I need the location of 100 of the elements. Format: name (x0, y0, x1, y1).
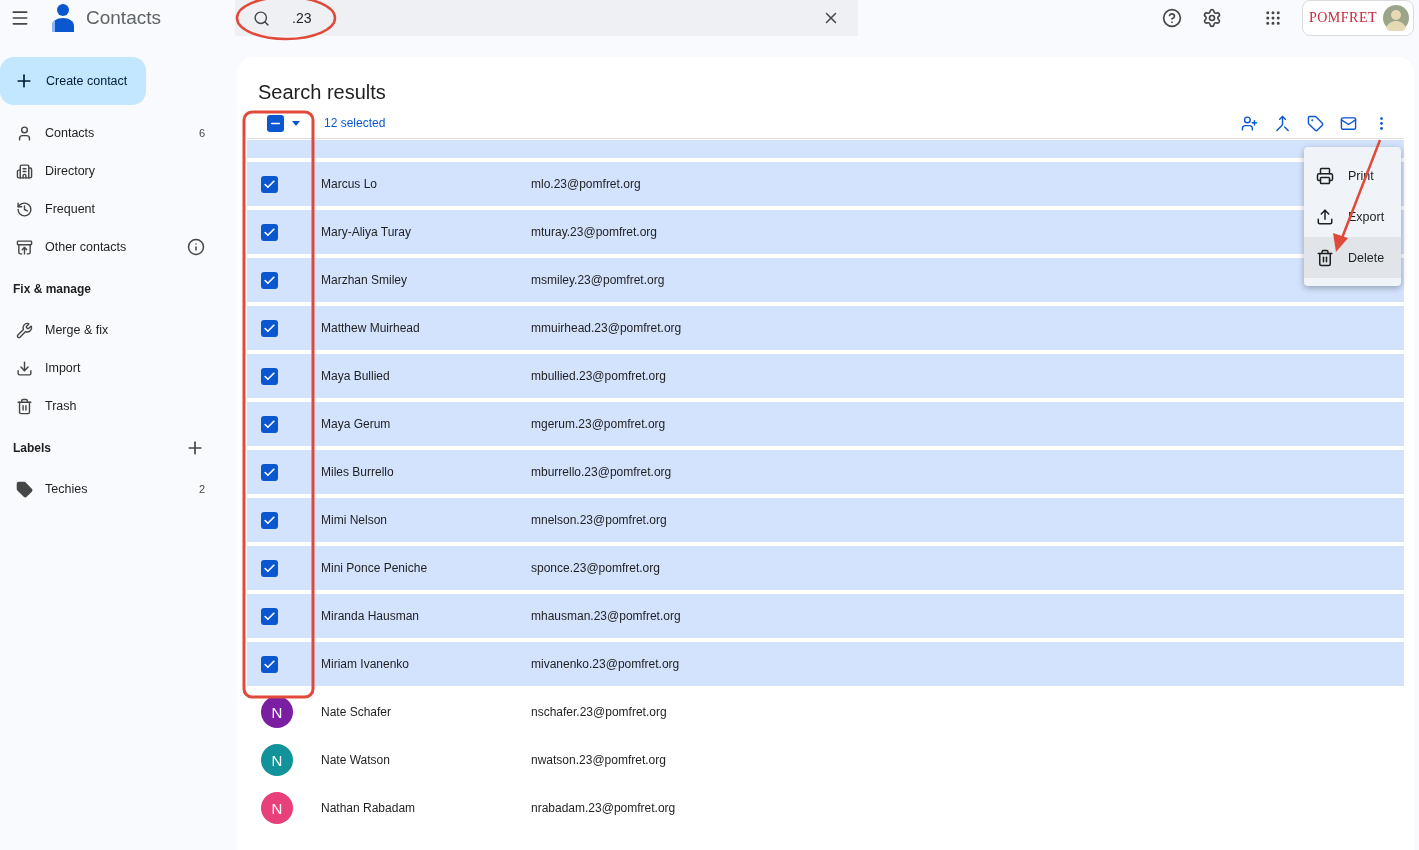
upload-icon (1316, 207, 1334, 226)
sidebar-item[interactable]: Directory (0, 152, 221, 190)
download-icon (16, 359, 33, 377)
caret-icon[interactable] (292, 120, 300, 126)
contact-name: Marcus Lo (321, 177, 379, 191)
sidebar-item[interactable]: Merge & fix (0, 311, 221, 349)
archive-icon (16, 238, 33, 256)
merge-icon[interactable] (1274, 114, 1291, 132)
check-icon (263, 465, 276, 479)
contact-email: mlo.23@pomfret.org (531, 177, 642, 191)
avatar: N (261, 744, 293, 776)
row-checkbox[interactable] (261, 559, 278, 577)
search-field[interactable]: .23 (235, 0, 858, 36)
contact-name: Nathan Rabadam (321, 801, 417, 815)
contact-row[interactable]: Maya Bullied mbullied.23@pomfret.org (247, 354, 1404, 398)
row-checkbox[interactable] (261, 223, 278, 241)
avatar-icon (1383, 5, 1409, 31)
contact-name: Maya Bullied (321, 369, 391, 383)
check-icon (263, 177, 276, 191)
check-icon (263, 609, 276, 623)
sidebar-item[interactable]: Techies 2 (0, 470, 221, 508)
contact-email: msmiley.23@pomfret.org (531, 273, 666, 287)
building-icon (16, 162, 33, 180)
contact-email: mburrello.23@pomfret.org (531, 465, 673, 479)
check-icon (263, 369, 276, 383)
contact-email: mgerum.23@pomfret.org (531, 417, 667, 431)
contact-row[interactable]: Mimi Nelson mnelson.23@pomfret.org (247, 498, 1404, 542)
contact-row[interactable]: Miriam Ivanenko mivanenko.23@pomfret.org (247, 642, 1404, 686)
app-title: Contacts (86, 7, 161, 29)
contact-name: Miles Burrello (321, 465, 395, 479)
create-contact-button[interactable]: Create contact (0, 57, 146, 105)
menu-item[interactable]: Delete (1304, 237, 1401, 278)
history-icon (16, 200, 33, 218)
row-checkbox[interactable] (261, 511, 278, 529)
add-person-icon[interactable] (1241, 114, 1258, 132)
contact-email: mivanenko.23@pomfret.org (531, 657, 681, 671)
contact-row[interactable]: Miranda Hausman mhausman.23@pomfret.org (247, 594, 1404, 638)
contact-name: Marzhan Smiley (321, 273, 409, 287)
account-chip[interactable]: POMFRET (1301, 0, 1414, 36)
contact-email: nschafer.23@pomfret.org (531, 705, 668, 719)
contact-email: nwatson.23@pomfret.org (531, 753, 667, 767)
sidebar-item[interactable]: Import (0, 349, 221, 387)
contact-email: mhausman.23@pomfret.org (531, 609, 682, 623)
contact-name: Miriam Ivanenko (321, 657, 411, 671)
organization-name: POMFRET (1308, 10, 1377, 26)
contact-name: Mimi Nelson (321, 513, 388, 527)
check-icon (263, 321, 276, 335)
info-icon[interactable] (187, 238, 205, 256)
contact-email: mmuirhead.23@pomfret.org (531, 321, 683, 335)
tools-icon (16, 321, 33, 339)
check-icon (263, 513, 276, 527)
contact-name: Miranda Hausman (321, 609, 421, 623)
help-icon[interactable] (1161, 8, 1182, 28)
printer-icon (1316, 166, 1334, 185)
check-icon (263, 225, 276, 239)
row-checkbox[interactable] (261, 463, 278, 481)
check-icon (263, 561, 276, 575)
person-icon (16, 124, 33, 142)
row-checkbox[interactable] (261, 655, 278, 673)
section-heading: Fix & manage (13, 282, 92, 296)
contact-email: mnelson.23@pomfret.org (531, 513, 668, 527)
search-icon (253, 9, 270, 27)
contact-email: mbullied.23@pomfret.org (531, 369, 667, 383)
trash-icon (16, 397, 33, 415)
sidebar-item[interactable]: Frequent (0, 190, 221, 228)
mail-icon[interactable] (1340, 114, 1357, 132)
results-title: Search results (258, 81, 387, 104)
label-icon (16, 480, 33, 498)
label-icon[interactable] (1307, 114, 1324, 132)
check-icon (263, 273, 276, 287)
contact-row[interactable]: Maya Gerum mgerum.23@pomfret.org (247, 402, 1404, 446)
contact-name: Nate Schafer (321, 705, 393, 719)
menu-icon[interactable] (10, 8, 30, 28)
contact-row[interactable]: Matthew Muirhead mmuirhead.23@pomfret.org (247, 306, 1404, 350)
trash-icon (1316, 248, 1334, 267)
settings-icon[interactable] (1201, 8, 1222, 28)
contact-name: Nate Watson (321, 753, 391, 767)
sidebar-item[interactable]: Other contacts (0, 228, 221, 266)
contact-email: nrabadam.23@pomfret.org (531, 801, 677, 815)
row-checkbox[interactable] (261, 367, 278, 385)
row-checkbox[interactable] (261, 319, 278, 337)
select-all-checkbox[interactable] (267, 114, 284, 132)
contact-name: Mary-Aliya Turay (321, 225, 413, 239)
section-heading: Labels (13, 441, 51, 455)
contact-email: mturay.23@pomfret.org (531, 225, 658, 239)
search-input[interactable]: .23 (290, 9, 802, 27)
sidebar-item[interactable]: Contacts 6 (0, 114, 221, 152)
row-checkbox[interactable] (261, 415, 278, 433)
contact-email: sponce.23@pomfret.org (531, 561, 661, 575)
contact-row[interactable]: Miles Burrello mburrello.23@pomfret.org (247, 450, 1404, 494)
row-checkbox[interactable] (261, 607, 278, 625)
row-checkbox[interactable] (261, 175, 278, 193)
check-icon (263, 657, 276, 671)
row-checkbox[interactable] (261, 271, 278, 289)
check-icon (263, 417, 276, 431)
sidebar-item[interactable]: Trash (0, 387, 221, 425)
contact-name: Maya Gerum (321, 417, 392, 431)
contact-name: Matthew Muirhead (321, 321, 421, 335)
contact-row[interactable]: Mini Ponce Peniche sponce.23@pomfret.org (247, 546, 1404, 590)
apps-grid-icon[interactable] (1263, 9, 1282, 27)
